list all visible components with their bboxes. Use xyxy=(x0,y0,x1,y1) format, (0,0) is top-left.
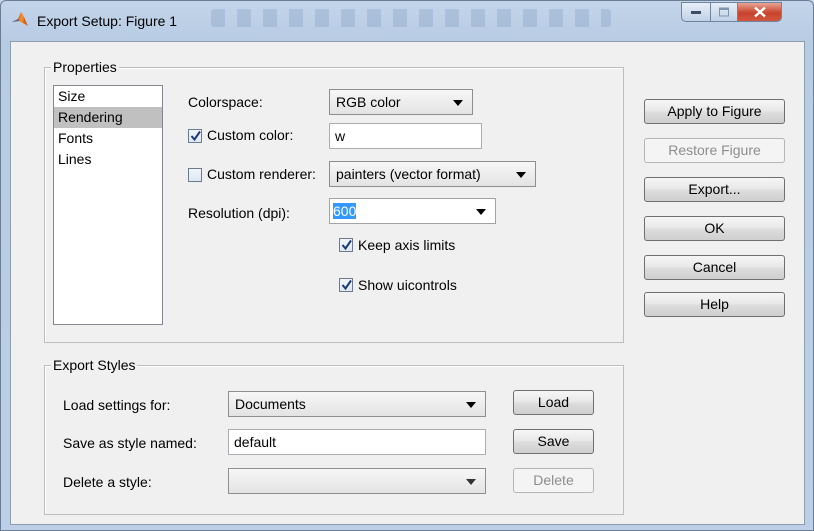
delete-button[interactable]: Delete xyxy=(513,468,594,493)
load-settings-dropdown[interactable]: Documents xyxy=(228,391,486,417)
checkmark-icon xyxy=(341,239,352,251)
keep-axis-limits-label: Keep axis limits xyxy=(358,237,456,253)
export-styles-legend: Export Styles xyxy=(51,357,138,373)
custom-color-label: Custom color: xyxy=(207,127,294,143)
custom-renderer-dropdown[interactable]: painters (vector format) xyxy=(329,161,536,187)
show-uicontrols-checkbox[interactable] xyxy=(339,278,353,292)
apply-to-figure-button[interactable]: Apply to Figure xyxy=(644,99,785,124)
save-button[interactable]: Save xyxy=(513,429,594,454)
keep-axis-limits-checkbox[interactable] xyxy=(339,238,353,252)
background-toolbar-ghost xyxy=(211,9,611,27)
colorspace-value: RGB color xyxy=(336,94,401,110)
property-category-list[interactable]: Size Rendering Fonts Lines xyxy=(53,85,163,325)
chevron-down-icon xyxy=(453,100,463,106)
colorspace-label: Colorspace: xyxy=(188,94,263,110)
list-item-size[interactable]: Size xyxy=(54,86,162,107)
cancel-button[interactable]: Cancel xyxy=(644,255,785,280)
checkmark-icon xyxy=(341,279,352,291)
window-title: Export Setup: Figure 1 xyxy=(37,13,178,29)
save-style-input[interactable]: default xyxy=(228,429,486,455)
list-item-lines[interactable]: Lines xyxy=(54,149,162,170)
properties-legend: Properties xyxy=(51,59,119,75)
list-item-fonts[interactable]: Fonts xyxy=(54,128,162,149)
matlab-logo-icon xyxy=(11,11,29,27)
load-settings-label: Load settings for: xyxy=(63,397,171,413)
chevron-down-icon xyxy=(516,172,526,178)
show-uicontrols-label: Show uicontrols xyxy=(358,277,457,293)
resolution-combobox[interactable]: 600 xyxy=(329,198,496,224)
load-button[interactable]: Load xyxy=(513,390,594,415)
close-button[interactable] xyxy=(737,2,782,22)
load-settings-value: Documents xyxy=(235,396,306,412)
custom-color-checkbox[interactable] xyxy=(188,129,202,143)
resolution-value[interactable]: 600 xyxy=(333,203,357,219)
delete-style-dropdown[interactable] xyxy=(228,468,486,494)
colorspace-dropdown[interactable]: RGB color xyxy=(329,89,473,115)
custom-renderer-checkbox[interactable] xyxy=(188,168,202,182)
chevron-down-icon xyxy=(466,479,476,485)
ok-button[interactable]: OK xyxy=(644,216,785,241)
custom-color-input[interactable]: w xyxy=(329,123,482,149)
maximize-button[interactable] xyxy=(710,2,738,22)
close-icon xyxy=(753,6,766,18)
help-button[interactable]: Help xyxy=(644,292,785,317)
custom-renderer-value: painters (vector format) xyxy=(336,166,481,182)
restore-figure-button[interactable]: Restore Figure xyxy=(644,138,785,163)
chevron-down-icon xyxy=(466,402,476,408)
save-style-label: Save as style named: xyxy=(63,435,197,451)
export-setup-window: Export Setup: Figure 1 Properties Export… xyxy=(0,0,814,531)
delete-style-label: Delete a style: xyxy=(63,474,152,490)
list-item-rendering[interactable]: Rendering xyxy=(54,107,162,128)
minimize-button[interactable] xyxy=(681,2,711,22)
chevron-down-icon xyxy=(476,209,486,215)
custom-renderer-label: Custom renderer: xyxy=(207,166,316,182)
checkmark-icon xyxy=(190,130,201,142)
title-bar[interactable]: Export Setup: Figure 1 xyxy=(1,1,813,33)
export-button[interactable]: Export... xyxy=(644,177,785,202)
resolution-label: Resolution (dpi): xyxy=(188,205,290,221)
